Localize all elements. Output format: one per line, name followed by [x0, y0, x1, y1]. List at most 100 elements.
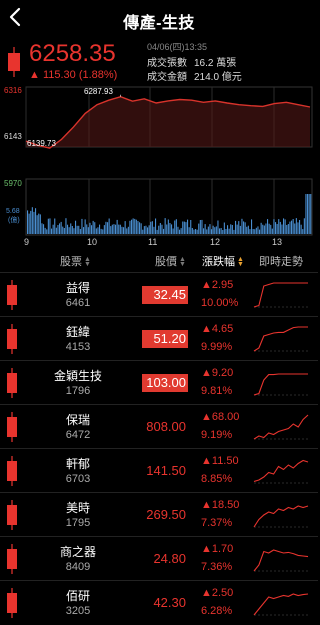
- table-row[interactable]: 佰研 3205 42.30 ▲2.50 6.28%: [0, 580, 318, 624]
- table-row[interactable]: 美時 1795 269.50 ▲18.50 7.37%: [0, 492, 318, 536]
- volume-bar: [281, 224, 283, 234]
- stock-code: 6461: [65, 297, 91, 309]
- volume-bar: [92, 220, 94, 234]
- table-row[interactable]: 保瑞 6472 808.00 ▲68.00 9.19%: [0, 404, 318, 448]
- volume-bar: [171, 224, 173, 234]
- volume-bar: [190, 220, 192, 234]
- volume-bar: [305, 194, 307, 234]
- volume-bar: [222, 230, 224, 234]
- page-title: 傳產-生技: [123, 15, 195, 32]
- header-price[interactable]: 股價 ▲ ▼: [155, 253, 186, 269]
- volume-bar: [76, 225, 78, 234]
- volume-bar: [167, 219, 169, 234]
- volume-bar: [102, 229, 104, 234]
- volume-bar: [38, 213, 40, 234]
- volume-bar: [169, 223, 171, 234]
- table-row[interactable]: 軒郁 6703 141.50 ▲11.50 8.85%: [0, 448, 318, 492]
- volume-bar: [129, 220, 131, 234]
- header-stock-label: 股票: [60, 256, 82, 268]
- stock-change: ▲18.50: [201, 499, 240, 511]
- volume-bar: [254, 229, 256, 234]
- volume-bar: [279, 221, 281, 234]
- volume-bar: [191, 228, 193, 234]
- volume-bar: [51, 228, 53, 234]
- volume-bar: [220, 228, 222, 234]
- table-row[interactable]: 益得 6461 32.45 ▲2.95 10.00%: [0, 272, 318, 316]
- stock-code: 1796: [65, 385, 91, 397]
- volume-bar: [275, 222, 277, 234]
- volume-bar: [263, 225, 265, 234]
- volume-bar: [211, 229, 213, 234]
- volume-bar: [33, 211, 35, 234]
- volume-bar: [227, 225, 229, 234]
- volume-bar: [247, 225, 249, 234]
- table-row[interactable]: 金穎生技 1796 103.00 ▲9.20 9.81%: [0, 360, 318, 404]
- stock-price: 141.50: [146, 463, 186, 478]
- volume-bar: [297, 222, 299, 234]
- stock-percent: 7.36%: [201, 561, 233, 573]
- table-row[interactable]: 鈺緯 4153 51.20 ▲4.65 9.99%: [0, 316, 318, 360]
- header-stock[interactable]: 股票 ▲ ▼: [60, 253, 91, 269]
- volume-bar: [214, 227, 216, 234]
- volume-bar: [71, 226, 73, 234]
- volume-bar: [179, 229, 181, 234]
- index-price: 6258.35: [29, 40, 116, 67]
- volume-bar: [27, 210, 29, 234]
- volume-bar: [223, 222, 225, 234]
- sparkline-chart: [253, 593, 309, 616]
- candlestick-icon: [7, 412, 17, 442]
- candlestick-icon: [7, 544, 17, 574]
- intraday-chart[interactable]: 6316 6143 6287.93 6139.73 5970 5.68 (億) …: [0, 85, 318, 250]
- stock-price: 42.30: [153, 595, 186, 610]
- volume-bar: [124, 221, 126, 234]
- volume-bar: [132, 218, 134, 234]
- volume-bar: [206, 229, 208, 234]
- volume-bar: [251, 219, 253, 234]
- volume-bar: [113, 224, 115, 234]
- volume-bar: [67, 224, 69, 234]
- volume-bar: [63, 228, 65, 234]
- volume-bar: [252, 229, 254, 234]
- volume-bar: [238, 221, 240, 234]
- volume-bar: [215, 226, 217, 234]
- volume-bar: [196, 229, 198, 234]
- volume-bar: [47, 218, 49, 234]
- volume-bar: [166, 224, 168, 234]
- volume-bar: [127, 226, 129, 234]
- volume-bar: [300, 224, 302, 234]
- volume-bar: [276, 224, 278, 234]
- volume-bar: [95, 228, 97, 234]
- trough-label: 6139.73: [27, 139, 56, 148]
- volume-bar: [121, 226, 123, 234]
- volume-bar: [100, 228, 102, 234]
- volume-bar: [94, 222, 96, 234]
- table-row[interactable]: 商之器 8409 24.80 ▲1.70 7.36%: [0, 536, 318, 580]
- volume-bar: [180, 228, 182, 234]
- volume-bar: [175, 219, 177, 234]
- volume-bar: [182, 221, 184, 234]
- volume-bar: [193, 229, 195, 234]
- volume-bar: [255, 227, 257, 234]
- stock-code: 6703: [65, 473, 91, 485]
- candlestick-icon: [7, 368, 17, 398]
- volume-bar: [36, 215, 38, 234]
- volume-bar: [278, 219, 280, 234]
- volume-bar: [299, 220, 301, 234]
- sort-desc-icon: ▲ ▼: [237, 256, 244, 269]
- stock-name: 商之器: [59, 545, 96, 559]
- volume-bar: [110, 226, 112, 234]
- sparkline-line: [253, 326, 308, 352]
- volume-bar: [55, 227, 57, 234]
- header-change[interactable]: 漲跌幅 ▲ ▼: [202, 253, 244, 269]
- volume-bar: [199, 220, 201, 234]
- volume-bar: [244, 222, 246, 234]
- volume-bar: [59, 223, 61, 234]
- volume-bar: [201, 219, 203, 234]
- stock-name: 鈺緯: [65, 325, 90, 339]
- volume-bar: [241, 218, 243, 234]
- volume-bar: [270, 224, 272, 234]
- volume-bar: [111, 224, 113, 234]
- volume-bar: [287, 224, 289, 234]
- volume-bar: [246, 226, 248, 234]
- stock-code: 4153: [65, 341, 91, 353]
